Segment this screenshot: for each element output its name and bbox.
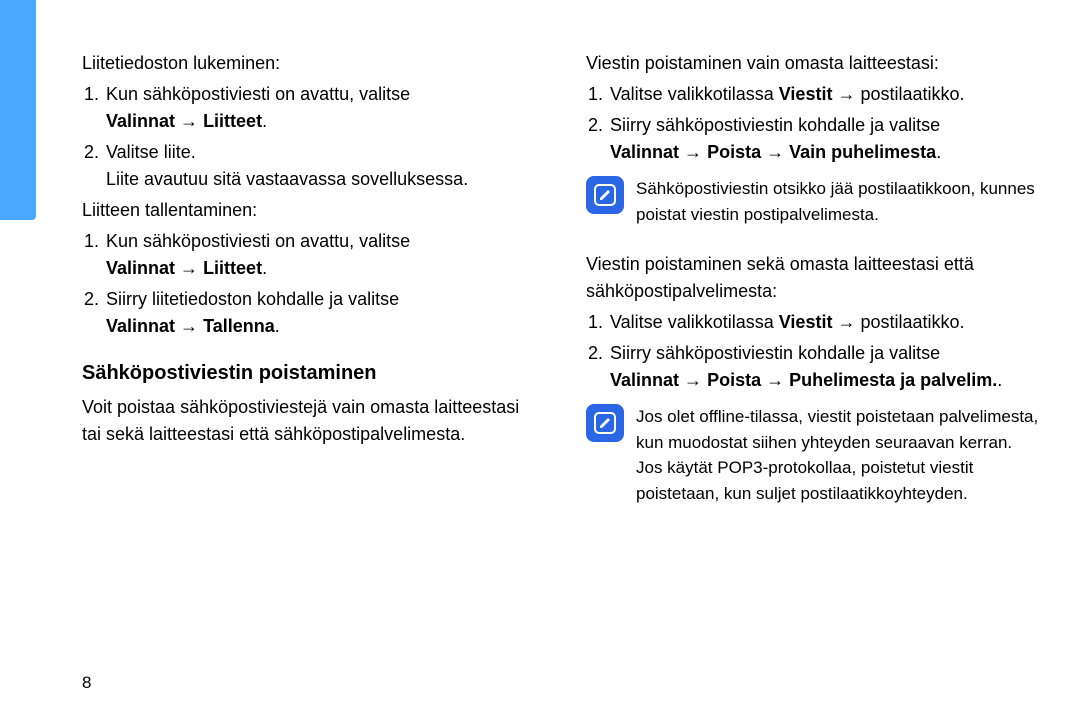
text: Siirry liitetiedoston kohdalle ja valits… [106,289,399,309]
text: postilaatikko. [860,312,964,332]
text: postilaatikko. [860,84,964,104]
bold-text: Valinnat [106,316,175,336]
bold-text: Poista [707,370,761,390]
bold-text: Liitteet [203,111,262,131]
arrow-icon: → [180,258,198,278]
attach-save-intro: Liitteen tallentaminen: [82,197,538,224]
delete-paragraph: Voit poistaa sähköpostiviestejä vain oma… [82,394,538,448]
bold-text: Viestit [779,84,833,104]
note-block: Sähköpostiviestin otsikko jää postilaati… [586,176,1042,227]
bold-text: Valinnat [106,111,175,131]
bold-text: Tallenna [203,316,275,336]
side-tab: tietoliikenne [0,0,36,220]
list-item: Kun sähköpostiviesti on avattu, valitse … [104,228,538,282]
del-both-steps: Valitse valikkotilassa Viestit → postila… [586,309,1042,394]
bold-text: Liitteet [203,258,262,278]
note-icon [586,176,624,214]
spacer [586,237,1042,251]
text: Valitse liite. [106,142,196,162]
page-content: Liitetiedoston lukeminen: Kun sähköposti… [82,50,1042,516]
bold-text: Valinnat [106,258,175,278]
bold-text: Puhelimesta ja palvelim. [789,370,997,390]
list-item: Siirry liitetiedoston kohdalle ja valits… [104,286,538,340]
text: Kun sähköpostiviesti on avattu, valitse [106,84,410,104]
text: Liite avautuu sitä vastaavassa sovelluks… [106,169,468,189]
left-column: Liitetiedoston lukeminen: Kun sähköposti… [82,50,538,516]
pencil-in-box-icon [593,411,617,435]
note-icon [586,404,624,442]
pencil-in-box-icon [593,183,617,207]
attach-read-intro: Liitetiedoston lukeminen: [82,50,538,77]
page-number: 8 [82,673,91,693]
note-text: Jos olet offline-tilassa, viestit poiste… [636,404,1042,506]
arrow-icon: → [684,370,702,390]
attach-read-steps: Kun sähköpostiviesti on avattu, valitse … [82,81,538,193]
bold-text: Valinnat [610,370,679,390]
delete-heading: Sähköpostiviestin poistaminen [82,358,538,388]
del-both-intro: Viestin poistaminen sekä omasta laittees… [586,251,1042,305]
list-item: Valitse valikkotilassa Viestit → postila… [608,309,1042,336]
arrow-icon: → [837,84,855,104]
note-text: Sähköpostiviestin otsikko jää postilaati… [636,176,1042,227]
del-local-intro: Viestin poistaminen vain omasta laittees… [586,50,1042,77]
text: Siirry sähköpostiviestin kohdalle ja val… [610,343,940,363]
list-item: Siirry sähköpostiviestin kohdalle ja val… [608,340,1042,394]
bold-text: Viestit [779,312,833,332]
text: Valitse valikkotilassa [610,84,774,104]
right-column: Viestin poistaminen vain omasta laittees… [586,50,1042,516]
arrow-icon: → [180,316,198,336]
bold-text: Poista [707,142,761,162]
text: Valitse valikkotilassa [610,312,774,332]
arrow-icon: → [684,142,702,162]
text: Kun sähköpostiviesti on avattu, valitse [106,231,410,251]
arrow-icon: → [766,370,784,390]
bold-text: Valinnat [610,142,679,162]
arrow-icon: → [180,111,198,131]
side-tab-label: tietoliikenne [7,270,22,345]
bold-text: Vain puhelimesta [789,142,936,162]
note-block: Jos olet offline-tilassa, viestit poiste… [586,404,1042,506]
list-item: Kun sähköpostiviesti on avattu, valitse … [104,81,538,135]
list-item: Valitse valikkotilassa Viestit → postila… [608,81,1042,108]
attach-save-steps: Kun sähköpostiviesti on avattu, valitse … [82,228,538,340]
list-item: Siirry sähköpostiviestin kohdalle ja val… [608,112,1042,166]
arrow-icon: → [766,142,784,162]
arrow-icon: → [837,312,855,332]
list-item: Valitse liite. Liite avautuu sitä vastaa… [104,139,538,193]
del-local-steps: Valitse valikkotilassa Viestit → postila… [586,81,1042,166]
text: Siirry sähköpostiviestin kohdalle ja val… [610,115,940,135]
